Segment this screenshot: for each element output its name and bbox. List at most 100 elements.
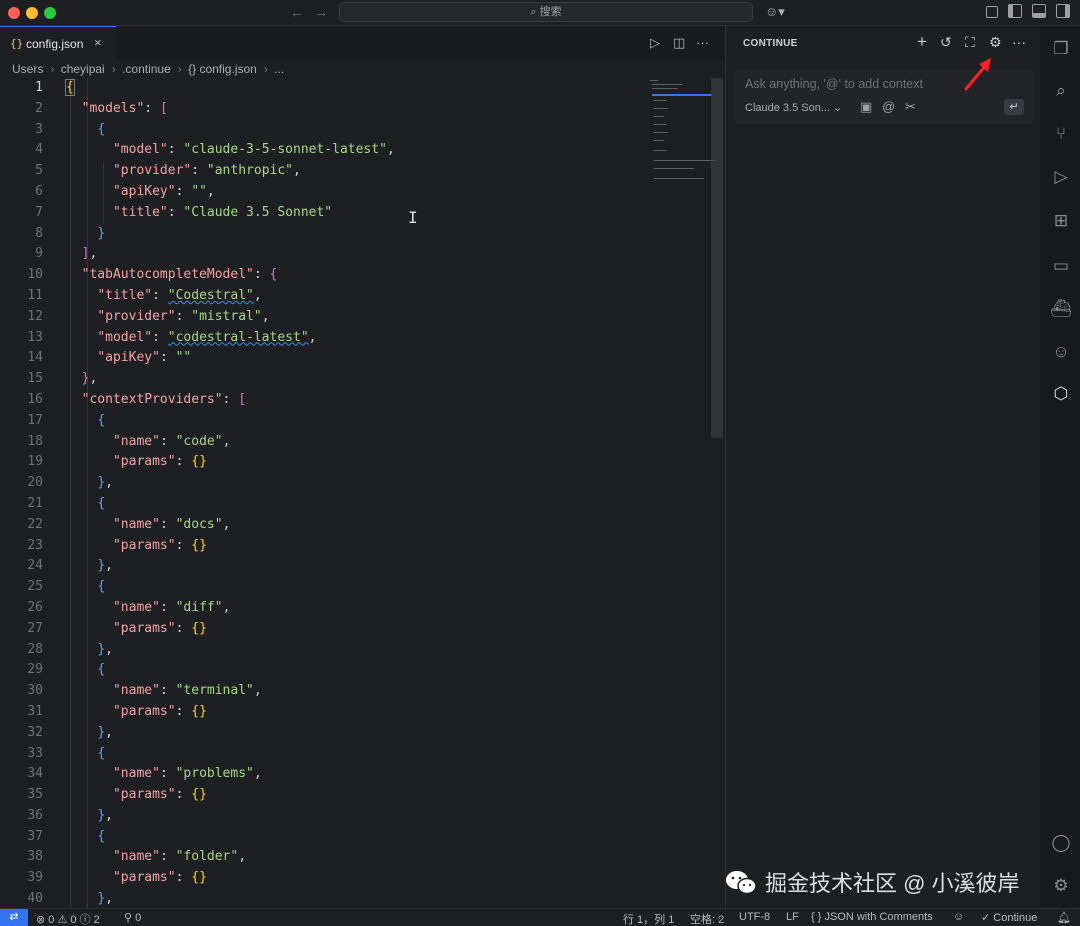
search-placeholder: 搜索	[539, 6, 562, 18]
command-center-search[interactable]: ⌕ 搜索	[339, 2, 753, 22]
split-editor-icon[interactable]: ◫	[673, 35, 685, 51]
ports-status[interactable]: ⚲ 0	[124, 911, 141, 924]
code-line: 5 "provider": "anthropic",	[35, 163, 301, 179]
docker-icon[interactable]: ⛴	[1050, 298, 1072, 320]
code-line: 12 "provider": "mistral",	[27, 308, 270, 324]
continue-status[interactable]: ✓ Continue	[981, 911, 1037, 924]
continue-panel: CONTINUE + ↺ ⛶ ⚙ ··· Ask anything, '@' t…	[725, 26, 1040, 908]
red-arrow-annotation	[964, 58, 991, 91]
code-line: 19 "params": {}	[27, 454, 207, 470]
settings-icon[interactable]: ⚙	[1050, 875, 1072, 897]
minimize-window-button[interactable]	[26, 7, 38, 19]
code-editor[interactable]: 1{ 2 "models": [ 3 { 4 "model": "claude-…	[0, 78, 650, 908]
notifications-bell-icon[interactable]: 🔔︎	[1057, 911, 1071, 924]
back-button[interactable]: ←	[290, 4, 304, 20]
code-line: 29 {	[27, 662, 106, 678]
code-line: 36 },	[27, 807, 113, 823]
fullscreen-icon[interactable]: ⛶	[965, 34, 975, 51]
editor-scrollbar[interactable]	[711, 78, 723, 438]
code-line: 7 "title": "Claude 3.5 Sonnet"	[35, 204, 333, 220]
code-line: 16 "contextProviders": [	[27, 391, 247, 407]
code-line: 37 {	[27, 828, 106, 844]
breadcrumb-item[interactable]: ...	[274, 62, 284, 76]
settings-gear-icon[interactable]: ⚙	[989, 34, 1002, 51]
breadcrumb-item[interactable]: Users	[12, 62, 43, 76]
code-line: 18 "name": "code",	[27, 433, 231, 449]
problems-status[interactable]: ⊗ 0 ⚠ 0 ⓘ 2	[36, 911, 100, 926]
copilot-status-icon[interactable]: ☺	[953, 911, 964, 923]
code-line: 24 },	[27, 558, 113, 574]
submit-button[interactable]: ↵	[1004, 99, 1024, 115]
remote-explorer-icon[interactable]: ▭	[1050, 255, 1072, 277]
toggle-primary-sidebar-icon[interactable]	[1008, 4, 1022, 18]
minimap[interactable]	[648, 78, 716, 188]
code-line: 25 {	[27, 579, 106, 595]
zoom-window-button[interactable]	[44, 7, 56, 19]
tab-config-json[interactable]: {} config.json ×	[0, 26, 116, 60]
code-line: 14 "apiKey": ""	[27, 350, 192, 366]
language-mode[interactable]: { } JSON with Comments	[811, 911, 933, 923]
copilot-menu-icon[interactable]: ☺▾	[765, 4, 785, 20]
code-line: 38 "name": "folder",	[27, 849, 247, 865]
search-icon: ⌕	[530, 6, 537, 18]
tab-bar: {} config.json × ▷ ◫ ···	[0, 26, 725, 60]
breadcrumb: Users › cheyipai › .continue › {} config.js…	[12, 62, 285, 76]
code-line: 17 {	[27, 412, 106, 428]
new-session-icon[interactable]: +	[917, 32, 927, 52]
code-line: 11 "title": "Codestral",	[27, 287, 262, 303]
search-icon[interactable]: ⌕	[1050, 80, 1072, 102]
code-line: 9 ],	[35, 246, 98, 262]
explorer-icon[interactable]: ❐	[1050, 38, 1072, 60]
code-line: 31 "params": {}	[27, 703, 207, 719]
breadcrumb-item[interactable]: cheyipai	[61, 62, 105, 76]
model-selector[interactable]: Claude 3.5 Son... ⌄	[745, 101, 842, 114]
encoding-status[interactable]: UTF-8	[739, 911, 770, 923]
code-line: 40 },	[27, 891, 113, 907]
code-line: 3 {	[35, 121, 106, 137]
code-line: 2 "models": [	[35, 100, 168, 116]
code-line: 22 "name": "docs",	[27, 516, 231, 532]
indentation-status[interactable]: 空格: 2	[690, 911, 724, 926]
breadcrumb-item[interactable]: .continue	[122, 62, 171, 76]
cursor-position[interactable]: 行 1，列 1	[623, 911, 674, 926]
customize-layout-icon[interactable]	[986, 6, 998, 18]
code-line: 28 },	[27, 641, 113, 657]
tab-label: config.json	[26, 37, 84, 51]
toggle-panel-icon[interactable]	[1032, 4, 1046, 18]
forward-button[interactable]: →	[314, 4, 328, 20]
extensions-icon[interactable]: ⊞	[1050, 210, 1072, 232]
breadcrumb-item[interactable]: {} config.json	[188, 62, 257, 76]
mouse-cursor-icon: I	[408, 208, 418, 227]
source-control-icon[interactable]: ⑂	[1050, 123, 1072, 145]
more-icon[interactable]: ···	[1012, 34, 1026, 50]
copilot-icon[interactable]: ☺	[1050, 341, 1072, 363]
eol-status[interactable]: LF	[786, 911, 799, 923]
editor-group: {} config.json × ▷ ◫ ··· Users › cheyipai…	[0, 26, 725, 908]
close-tab-icon[interactable]: ×	[94, 35, 102, 50]
run-debug-icon[interactable]: ▷	[1050, 166, 1072, 188]
code-line: 10 "tabAutocompleteModel": {	[27, 267, 278, 283]
toggle-secondary-sidebar-icon[interactable]	[1056, 4, 1070, 18]
image-icon[interactable]: ▣	[860, 99, 872, 115]
chat-placeholder: Ask anything, '@' to add context	[745, 77, 923, 91]
code-line: 30 "name": "terminal",	[27, 683, 262, 699]
code-line: 15 },	[27, 371, 98, 387]
json-file-icon: {}	[10, 37, 24, 50]
watermark-text: 掘金技术社区 @ 小溪彼岸	[765, 871, 1020, 896]
remote-indicator-icon[interactable]: ⇄	[0, 909, 28, 926]
history-icon[interactable]: ↺	[940, 34, 952, 51]
continue-icon[interactable]: ⬡	[1050, 383, 1072, 405]
wechat-icon	[726, 871, 757, 895]
code-line: 35 "params": {}	[27, 787, 207, 803]
run-icon[interactable]: ▷	[650, 35, 660, 51]
tools-icon[interactable]: ✂	[905, 99, 916, 115]
code-line: 27 "params": {}	[27, 620, 207, 636]
code-line: 20 },	[27, 475, 113, 491]
at-mention-icon[interactable]: @	[882, 99, 895, 114]
code-line: 23 "params": {}	[27, 537, 207, 553]
more-actions-icon[interactable]: ···	[696, 35, 709, 50]
account-icon[interactable]: ◯	[1050, 832, 1072, 854]
close-window-button[interactable]	[8, 7, 20, 19]
code-line: 33 {	[27, 745, 106, 761]
code-line: 26 "name": "diff",	[27, 599, 231, 615]
